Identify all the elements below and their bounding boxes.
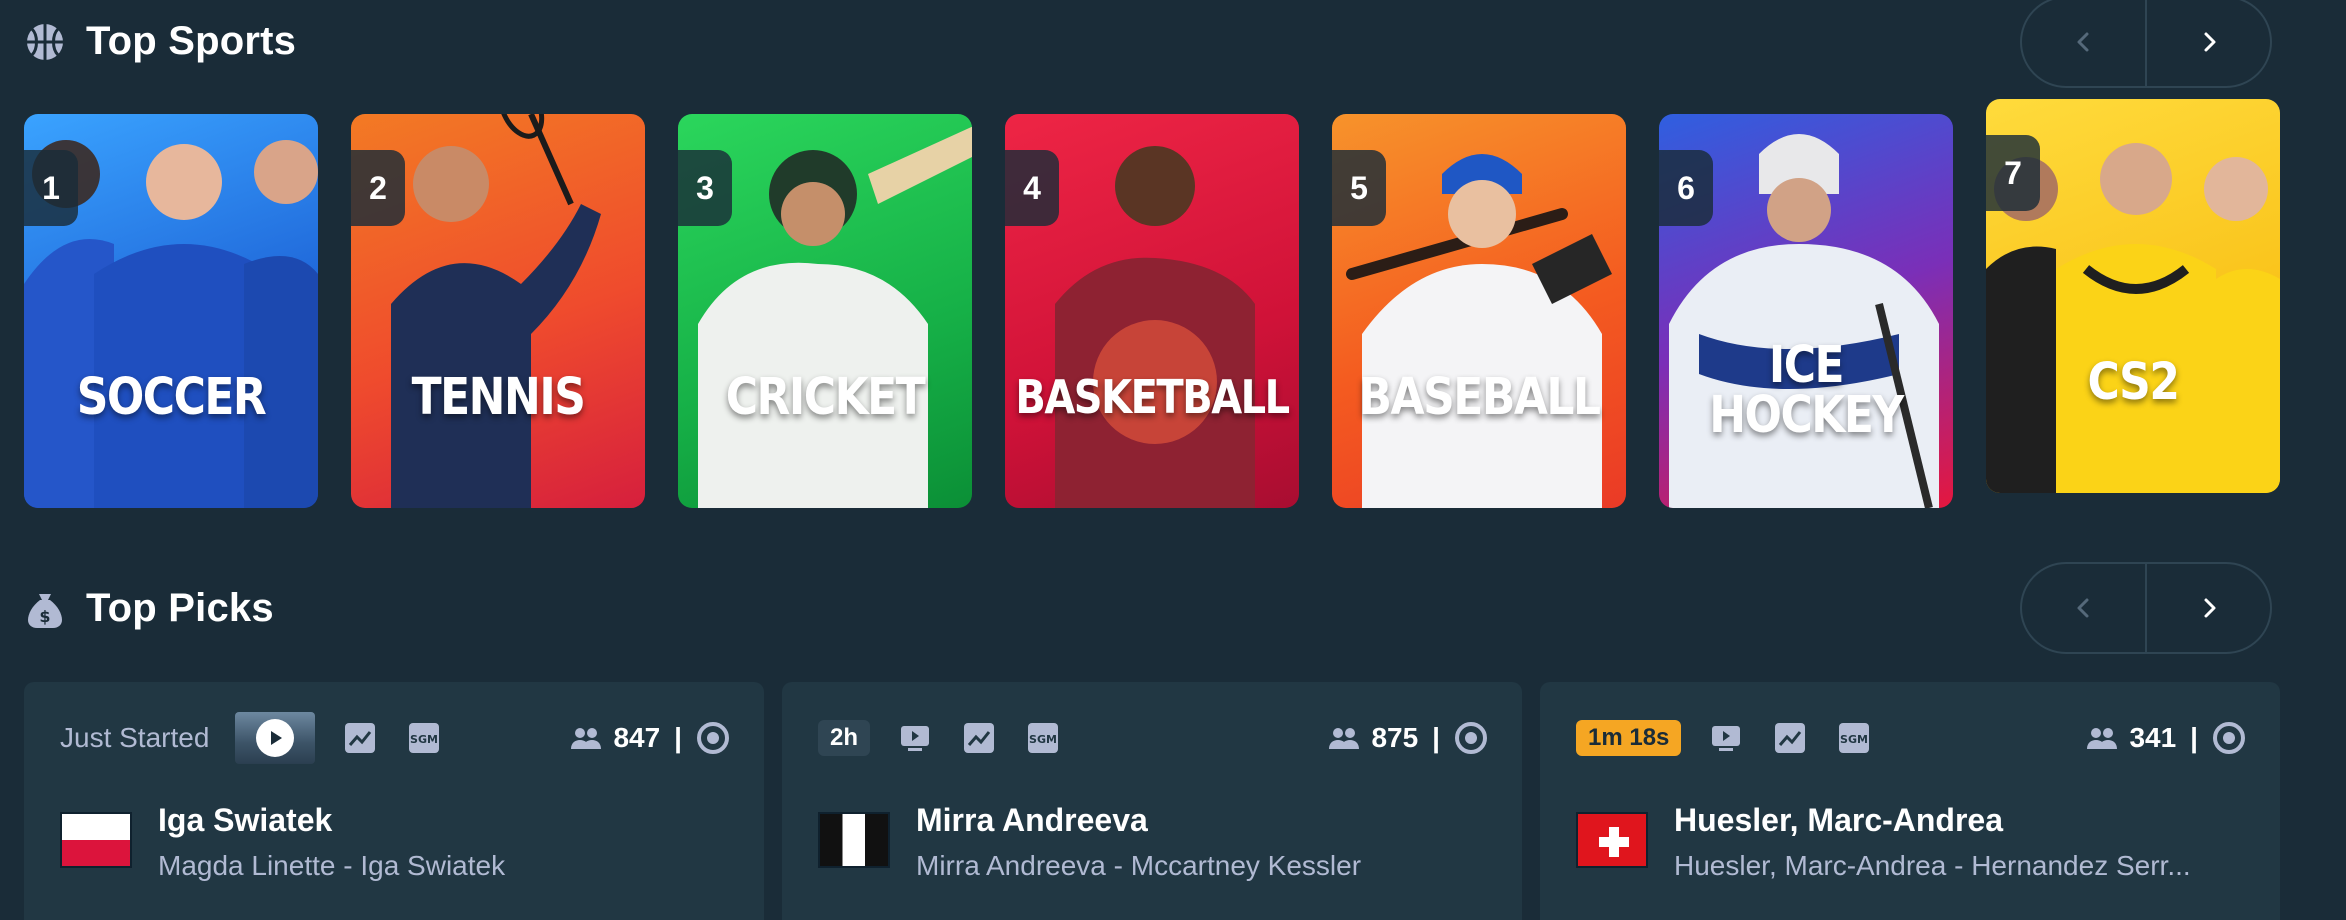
sport-card-cricket[interactable]: 3 CRICKET: [678, 114, 972, 508]
play-icon: [256, 719, 295, 757]
sport-label: TENNIS: [411, 368, 586, 427]
match-name: Mirra Andreeva - Mccartney Kessler: [916, 850, 1362, 881]
top-picks-header: $ Top Picks: [24, 586, 274, 631]
trend-chart-icon[interactable]: [962, 721, 996, 755]
sport-rank-badge: 4: [1005, 150, 1059, 226]
count-separator: |: [674, 722, 682, 753]
sport-card-basketball[interactable]: 4 BASKETBALL: [1005, 114, 1299, 508]
bettors-count: 341 |: [2085, 721, 2246, 755]
sport-card-cs2[interactable]: 7 CS2: [1986, 99, 2280, 493]
player-name: Iga Swiatek: [158, 802, 333, 838]
bettors-count: 847 |: [569, 721, 730, 755]
match-name: Magda Linette - Iga Swiatek: [158, 850, 506, 881]
bettors-count: 875 |: [1327, 721, 1488, 755]
pick-card[interactable]: 1m 18s SGM 341 | Huesler, Marc-Andrea Hu…: [1540, 682, 2280, 920]
count-separator: |: [2190, 722, 2198, 753]
sport-rank-badge: 6: [1659, 150, 1713, 226]
sgm-icon[interactable]: SGM: [1837, 721, 1871, 755]
svg-text:$: $: [39, 607, 50, 626]
trend-chart-icon[interactable]: [1773, 721, 1807, 755]
bettors-count-value: 341: [2129, 722, 2177, 753]
pick-meta-row: Just Started SGM 847 |: [60, 712, 730, 764]
chevron-right-icon: [2204, 32, 2215, 52]
sport-rank-badge: 3: [678, 150, 732, 226]
trend-chart-icon[interactable]: [343, 721, 377, 755]
time-badge: 2h: [818, 720, 871, 756]
bettors-count-value: 875: [1371, 722, 1419, 753]
time-badge: 1m 18s: [1576, 720, 1682, 756]
top-sports-prev-button[interactable]: [2022, 0, 2145, 86]
stream-icon[interactable]: [1709, 721, 1743, 755]
svg-text:SGM: SGM: [1840, 733, 1868, 746]
top-picks-nav: [2020, 562, 2272, 654]
sport-label-line-2: HOCKEY: [1709, 386, 1904, 445]
sport-rank-badge: 1: [24, 150, 78, 226]
pick-meta-row: 2h SGM 875 |: [818, 718, 1488, 758]
sport-label: BASKETBALL: [1015, 371, 1290, 425]
sport-card-soccer[interactable]: 1 SOCCER: [24, 114, 318, 508]
svg-text:SGM: SGM: [410, 733, 438, 746]
pick-card[interactable]: 2h SGM 875 | Mirra Andreeva Mirra Andree…: [782, 682, 1522, 920]
sport-label: SOCCER: [76, 368, 267, 427]
stream-preview[interactable]: [235, 712, 316, 764]
top-sports-title: Top Sports: [86, 19, 297, 63]
users-icon: [571, 728, 602, 749]
sport-label: CS2: [2087, 353, 2180, 412]
users-icon: [1329, 728, 1360, 749]
poland-flag: [60, 812, 132, 868]
top-picks-prev-button[interactable]: [2022, 564, 2145, 652]
sgm-icon[interactable]: SGM: [407, 721, 441, 755]
sport-label: CRICKET: [725, 368, 926, 427]
bettors-count-value: 847: [613, 722, 661, 753]
money-bag-icon: $: [28, 593, 62, 628]
sgm-icon[interactable]: SGM: [1026, 721, 1060, 755]
top-sports-header: Top Sports: [24, 19, 296, 64]
sport-label: BASEBALL: [1358, 368, 1602, 427]
sport-rank-badge: 5: [1332, 150, 1386, 226]
sport-card-ice-hockey[interactable]: 6 ICE HOCKEY: [1659, 114, 1953, 508]
neutral-flag: [818, 812, 890, 868]
basketball-icon: [27, 23, 63, 60]
stake-coin-icon: [697, 722, 729, 754]
top-picks-next-button[interactable]: [2145, 564, 2270, 652]
player-name: Mirra Andreeva: [916, 802, 1148, 838]
match-name: Huesler, Marc-Andrea - Hernandez Serr...: [1674, 850, 2191, 881]
switzerland-flag: [1576, 812, 1648, 868]
sport-rank-badge: 7: [1986, 135, 2040, 211]
chevron-right-icon: [2204, 598, 2215, 618]
sport-card-tennis[interactable]: 2 TENNIS: [351, 114, 645, 508]
pick-meta-row: 1m 18s SGM 341 |: [1576, 718, 2246, 758]
stake-coin-icon: [2213, 722, 2245, 754]
pick-card[interactable]: Just Started SGM 847 | Iga Swiatek Magda…: [24, 682, 764, 920]
sport-rank-badge: 2: [351, 150, 405, 226]
top-sports-next-button[interactable]: [2145, 0, 2270, 86]
chevron-left-icon: [2077, 32, 2088, 52]
svg-text:SGM: SGM: [1029, 733, 1057, 746]
top-picks-title: Top Picks: [86, 586, 274, 630]
chevron-left-icon: [2077, 598, 2088, 618]
stream-icon[interactable]: [898, 721, 932, 755]
stake-coin-icon: [1455, 722, 1487, 754]
users-icon: [2087, 728, 2118, 749]
match-status: Just Started: [60, 722, 210, 753]
sport-card-baseball[interactable]: 5 BASEBALL: [1332, 114, 1626, 508]
count-separator: |: [1432, 722, 1440, 753]
player-name: Huesler, Marc-Andrea: [1674, 802, 2004, 838]
top-sports-nav: [2020, 0, 2272, 88]
